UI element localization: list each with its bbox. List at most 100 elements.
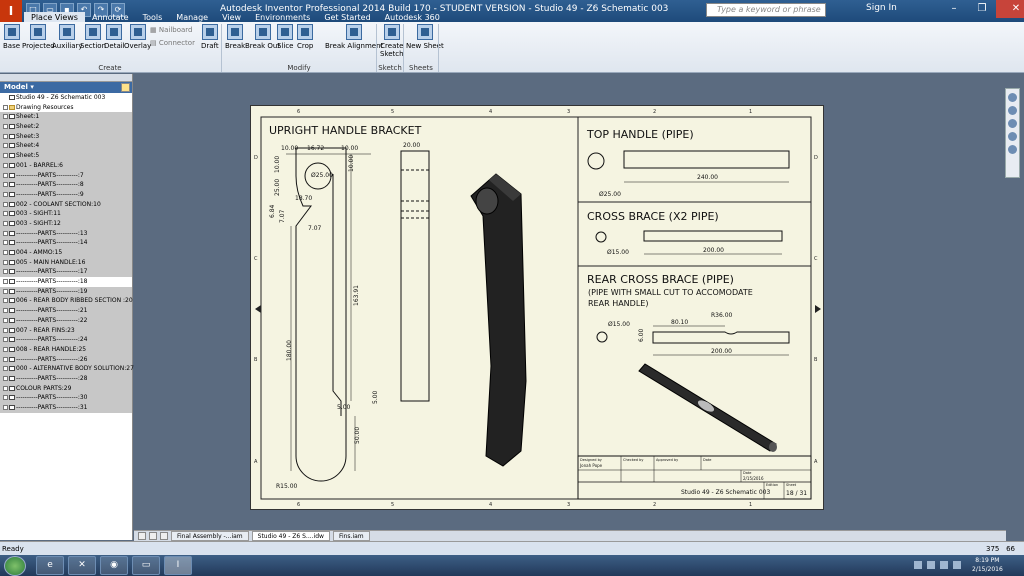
expand-icon[interactable] [3,182,8,188]
tab-menu-icon[interactable] [138,532,146,540]
browser-row[interactable]: Studio 49 - Z6 Schematic 003 [0,93,132,103]
browser-row[interactable]: 007 - REAR FINS:23 [0,325,132,336]
clock[interactable]: 8:19 PM 2/15/2016 [972,556,1003,574]
expand-icon[interactable] [3,124,8,130]
browser-row[interactable]: 000 - ALTERNATIVE BODY SOLUTION:27 [0,364,134,374]
expand-icon[interactable] [3,269,8,275]
browser-row[interactable]: ----------PARTS----------:28 [0,373,132,384]
tab-cascade-icon[interactable] [160,532,168,540]
browser-row[interactable]: ----------PARTS----------:9 [0,189,132,200]
expand-icon[interactable] [3,230,8,236]
browser-row[interactable]: ----------PARTS----------:19 [0,286,132,297]
volume-icon[interactable] [940,561,948,569]
browser-row[interactable]: ----------PARTS----------:21 [0,306,132,316]
expand-icon[interactable] [3,395,8,401]
browser-row[interactable]: ----------PARTS----------:7 [0,170,132,181]
expand-icon[interactable] [3,308,8,314]
browser-row[interactable]: ----------PARTS----------:13 [0,228,132,239]
expand-icon[interactable] [3,298,8,304]
help-icon[interactable] [121,83,130,92]
browser-row[interactable]: ----------PARTS----------:26 [0,354,132,365]
browser-row[interactable]: Sheet:4 [0,141,132,152]
ie-icon[interactable]: e [36,556,64,575]
browser-row[interactable]: 008 - REAR HANDLE:25 [0,344,132,355]
browser-row[interactable]: ----------PARTS----------:22 [0,315,132,326]
browser-row[interactable]: 002 - COOLANT SECTION:10 [0,199,132,210]
tab-tile-icon[interactable] [149,532,157,540]
expand-icon[interactable] [3,405,8,410]
browser-row[interactable]: 004 - AMMO:15 [0,248,132,258]
browser-row[interactable]: ----------PARTS----------:17 [0,267,132,278]
expand-icon[interactable] [3,153,8,159]
expand-icon[interactable] [3,288,8,294]
expand-icon[interactable] [3,133,8,139]
crop-button[interactable]: Crop [297,24,313,50]
steam-icon[interactable]: ◉ [100,556,128,575]
browser-row[interactable]: 006 - REAR BODY RIBBED SECTION :20 [0,296,133,307]
expand-icon[interactable] [3,143,8,149]
zoom-all-icon[interactable] [1008,132,1017,141]
browser-row[interactable]: Sheet:2 [0,122,132,132]
break-button[interactable]: Break [225,24,245,50]
detail-view-button[interactable]: Detail [104,24,125,50]
launcher-icon[interactable]: ✕ [68,556,96,575]
expand-icon[interactable] [3,346,8,352]
expand-icon[interactable] [3,172,8,178]
steering-wheel-icon[interactable] [1008,93,1017,102]
base-view-button[interactable]: Base [3,24,20,50]
expand-icon[interactable] [3,366,8,372]
overlay-view-button[interactable]: Overlay [124,24,151,50]
expand-icon[interactable] [3,259,8,265]
document-tab[interactable]: Final Assembly -...iam [171,531,249,541]
expand-icon[interactable] [3,104,8,110]
drawing-sheet[interactable]: 6 6 5 5 4 4 3 3 2 2 1 1 D D C C B B A A UPRIGHT HANDLE BRAC… [250,105,824,510]
document-tab[interactable]: Studio 49 - Z6 S....idw [251,531,330,541]
network-icon[interactable] [927,561,935,569]
expand-icon[interactable] [3,201,8,207]
document-tab[interactable]: Fins.iam [332,531,370,541]
inventor-icon[interactable]: I [164,556,192,575]
expand-icon[interactable] [3,191,8,197]
expand-icon[interactable] [3,337,8,343]
auxiliary-view-button[interactable]: Auxiliary [52,24,83,50]
nailboard-button[interactable]: ▦ Nailboard [150,26,192,34]
slice-button[interactable]: Slice [277,24,294,50]
browser-row[interactable]: Sheet:3 [0,131,132,142]
tray-icon[interactable] [914,561,922,569]
zoom-icon[interactable] [1008,119,1017,128]
expand-icon[interactable] [3,385,8,391]
flag-icon[interactable] [953,561,961,569]
expand-icon[interactable] [3,327,8,333]
break-out-button[interactable]: Break Out [245,24,280,50]
start-button[interactable] [4,556,26,576]
projected-view-button[interactable]: Projected [22,24,55,50]
browser-row[interactable]: 005 - MAIN HANDLE:16 [0,257,132,268]
browser-row[interactable]: 003 - SIGHT:12 [0,218,132,229]
browser-row[interactable]: Drawing Resources [0,103,132,113]
browser-row[interactable]: Sheet:1 [0,112,132,123]
browser-row[interactable]: 001 - BARREL:6 [0,160,132,171]
pan-icon[interactable] [1008,106,1017,115]
expand-icon[interactable] [3,162,8,168]
browser-row[interactable]: 003 - SIGHT:11 [0,209,132,219]
draft-view-button[interactable]: Draft [201,24,219,50]
expand-icon[interactable] [3,317,8,323]
expand-icon[interactable] [3,356,8,362]
browser-row[interactable]: Sheet:5 [0,151,132,161]
browser-row[interactable]: ----------PARTS----------:8 [0,180,132,190]
explorer-icon[interactable]: ▭ [132,556,160,575]
browser-row[interactable]: ----------PARTS----------:31 [0,403,132,413]
browser-title[interactable]: Model ▾ [0,82,132,93]
connector-button[interactable]: ▤ Connector [150,39,195,47]
browser-row[interactable]: ----------PARTS----------:24 [0,335,132,345]
expand-icon[interactable] [3,375,8,381]
expand-icon[interactable] [3,211,8,217]
expand-icon[interactable] [3,220,8,226]
expand-icon[interactable] [3,279,8,285]
expand-icon[interactable] [3,114,8,120]
expand-icon[interactable] [3,250,8,255]
browser-row[interactable]: ----------PARTS----------:30 [0,393,132,403]
break-alignment-button[interactable]: Break Alignment [325,24,383,50]
browser-row[interactable]: ----------PARTS----------:18 [0,277,132,287]
browser-row[interactable]: COLOUR PARTS:29 [0,383,132,394]
